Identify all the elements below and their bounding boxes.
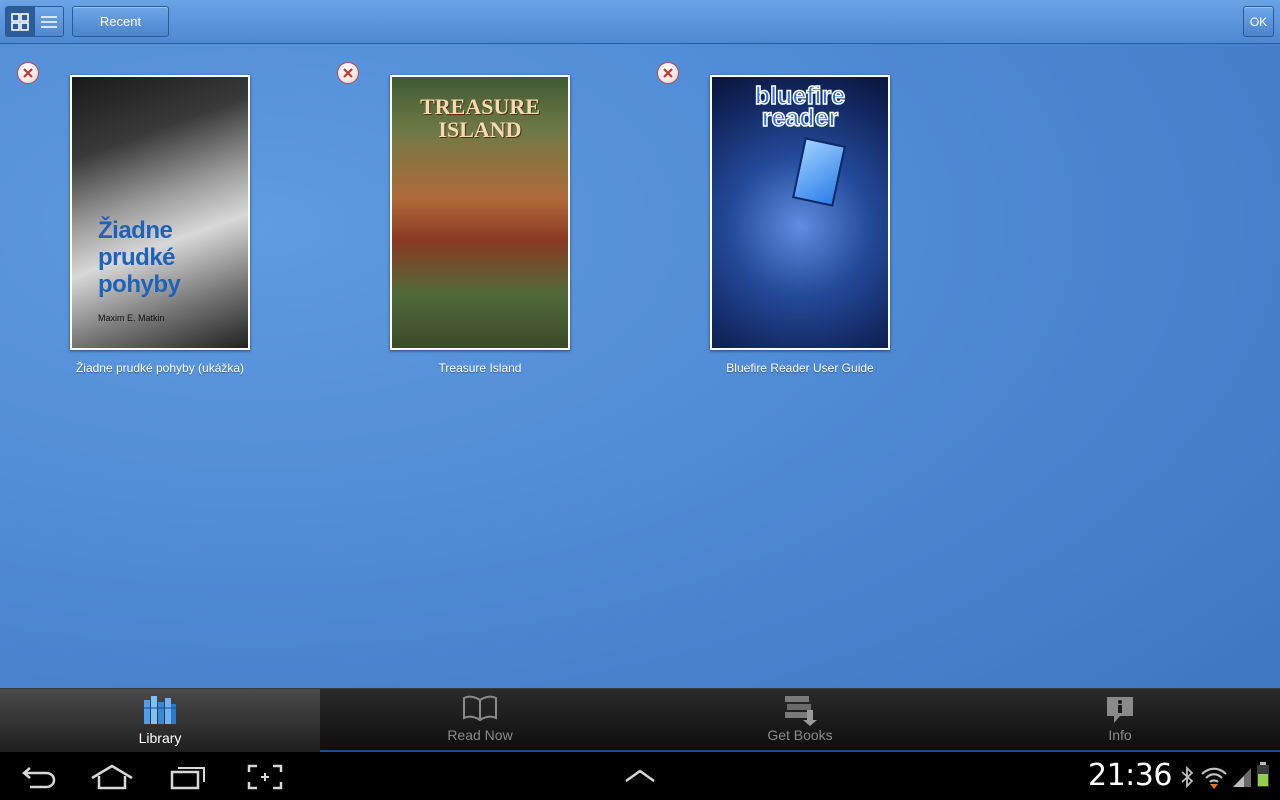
cover-author: Maxim E. Matkin [98, 313, 165, 323]
tab-label: Get Books [767, 727, 833, 743]
recent-button[interactable]: Recent [72, 6, 169, 37]
recent-apps-icon[interactable] [170, 764, 206, 790]
cover-title-line: prudké [98, 244, 176, 271]
bluetooth-icon [1181, 766, 1194, 788]
grid-view-icon [11, 12, 30, 31]
tab-label: Info [1108, 727, 1132, 743]
cover-image: Žiadne prudké pohyby Maxim E. Matkin [72, 77, 248, 348]
remove-book-button[interactable] [17, 62, 39, 84]
library-icon [144, 696, 176, 724]
library-screen: Recent OK Žiadne prudké pohyby Maxim E. … [0, 0, 1280, 752]
bottom-tab-bar: Library Read Now Get Books Info [0, 688, 1280, 753]
info-icon [1107, 697, 1133, 723]
cover-title-line: TREASURE [420, 94, 540, 119]
cover-title-line: Žiadne [98, 217, 173, 244]
remove-book-button[interactable] [657, 62, 679, 84]
tab-get-books[interactable]: Get Books [640, 689, 960, 753]
book-title[interactable]: Žiadne prudké pohyby (ukážka) [30, 361, 290, 375]
cover-image: bluefire reader [712, 77, 888, 348]
cover-image: TREASURE ISLAND [392, 77, 568, 348]
screenshot-icon[interactable] [247, 764, 283, 790]
book-cover[interactable]: bluefire reader [710, 75, 890, 350]
tab-library[interactable]: Library [0, 689, 320, 753]
download-books-icon [785, 696, 817, 726]
cover-title-line: reader [761, 104, 839, 132]
cover-title: Žiadne prudké pohyby [98, 217, 181, 298]
signal-icon [1233, 768, 1251, 787]
remove-book-button[interactable] [337, 62, 359, 84]
cover-title-line: ISLAND [438, 117, 522, 142]
tab-info[interactable]: Info [960, 689, 1280, 753]
back-icon[interactable] [20, 764, 58, 790]
tab-read-now[interactable]: Read Now [320, 689, 640, 753]
close-icon [23, 68, 33, 78]
tab-label: Library [138, 730, 182, 746]
open-book-icon [463, 695, 497, 722]
status-clock: 21:36 [1088, 758, 1172, 793]
ok-button[interactable]: OK [1243, 6, 1274, 37]
cover-title-line: pohyby [98, 271, 181, 298]
system-navigation-bar: 21:36 [0, 752, 1280, 800]
view-mode-toggle [5, 6, 64, 37]
close-icon [663, 68, 673, 78]
cover-title: bluefire reader [712, 83, 888, 132]
close-icon [343, 68, 353, 78]
battery-icon [1257, 762, 1269, 787]
home-icon[interactable] [90, 764, 134, 790]
tab-label: Read Now [447, 727, 513, 743]
wifi-icon [1201, 767, 1227, 789]
list-view-button[interactable] [34, 7, 63, 36]
book-title[interactable]: Bluefire Reader User Guide [670, 361, 930, 375]
tablet-illustration [792, 137, 846, 207]
list-view-icon [41, 15, 58, 28]
cover-title: TREASURE ISLAND [392, 95, 568, 141]
expand-up-icon[interactable] [624, 768, 656, 784]
book-cover[interactable]: TREASURE ISLAND [390, 75, 570, 350]
grid-view-button[interactable] [6, 7, 35, 36]
book-cover[interactable]: Žiadne prudké pohyby Maxim E. Matkin [70, 75, 250, 350]
top-toolbar: Recent OK [0, 0, 1280, 44]
book-title[interactable]: Treasure Island [350, 361, 610, 375]
